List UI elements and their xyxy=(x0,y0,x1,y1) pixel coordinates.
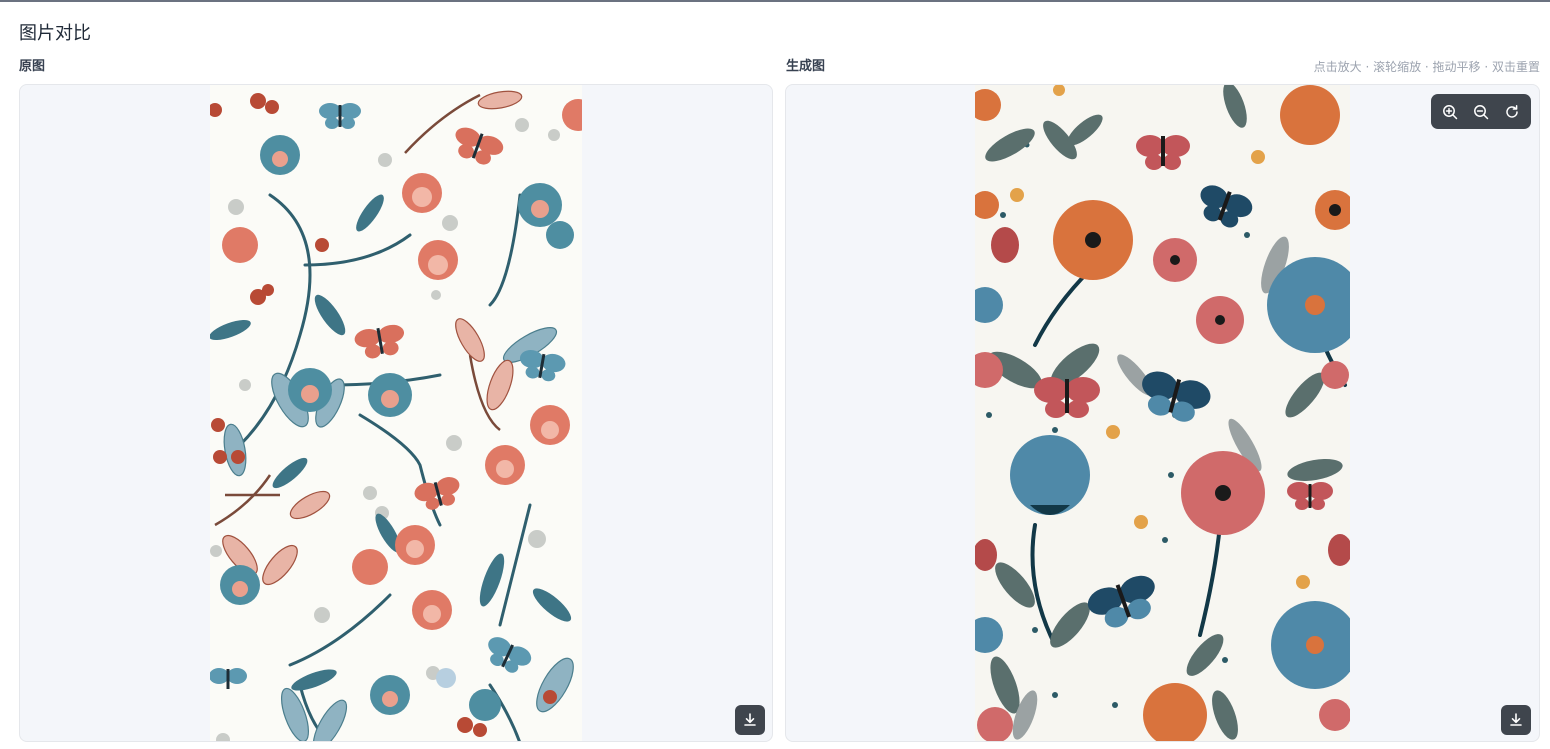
download-generated-button[interactable] xyxy=(1501,705,1531,735)
download-icon xyxy=(1510,713,1522,726)
top-divider xyxy=(0,0,1550,2)
download-original-button[interactable] xyxy=(735,705,765,735)
original-image-panel[interactable] xyxy=(19,84,773,742)
page-title: 图片对比 xyxy=(19,23,91,44)
zoom-in-button[interactable] xyxy=(1437,99,1463,125)
generated-label: 生成图 xyxy=(786,59,826,74)
interaction-hint: 点击放大 · 滚轮缩放 · 拖动平移 · 双击重置 xyxy=(1313,60,1540,74)
download-icon xyxy=(744,713,756,726)
zoom-toolbar xyxy=(1431,94,1531,129)
zoom-in-icon xyxy=(1443,104,1458,119)
original-label: 原图 xyxy=(19,59,46,74)
generated-image-panel[interactable] xyxy=(785,84,1540,742)
original-image[interactable] xyxy=(210,85,582,742)
zoom-out-button[interactable] xyxy=(1468,99,1494,125)
zoom-out-icon xyxy=(1474,104,1489,119)
reset-button[interactable] xyxy=(1499,99,1525,125)
reset-icon xyxy=(1505,104,1518,118)
generated-image[interactable] xyxy=(975,85,1350,742)
